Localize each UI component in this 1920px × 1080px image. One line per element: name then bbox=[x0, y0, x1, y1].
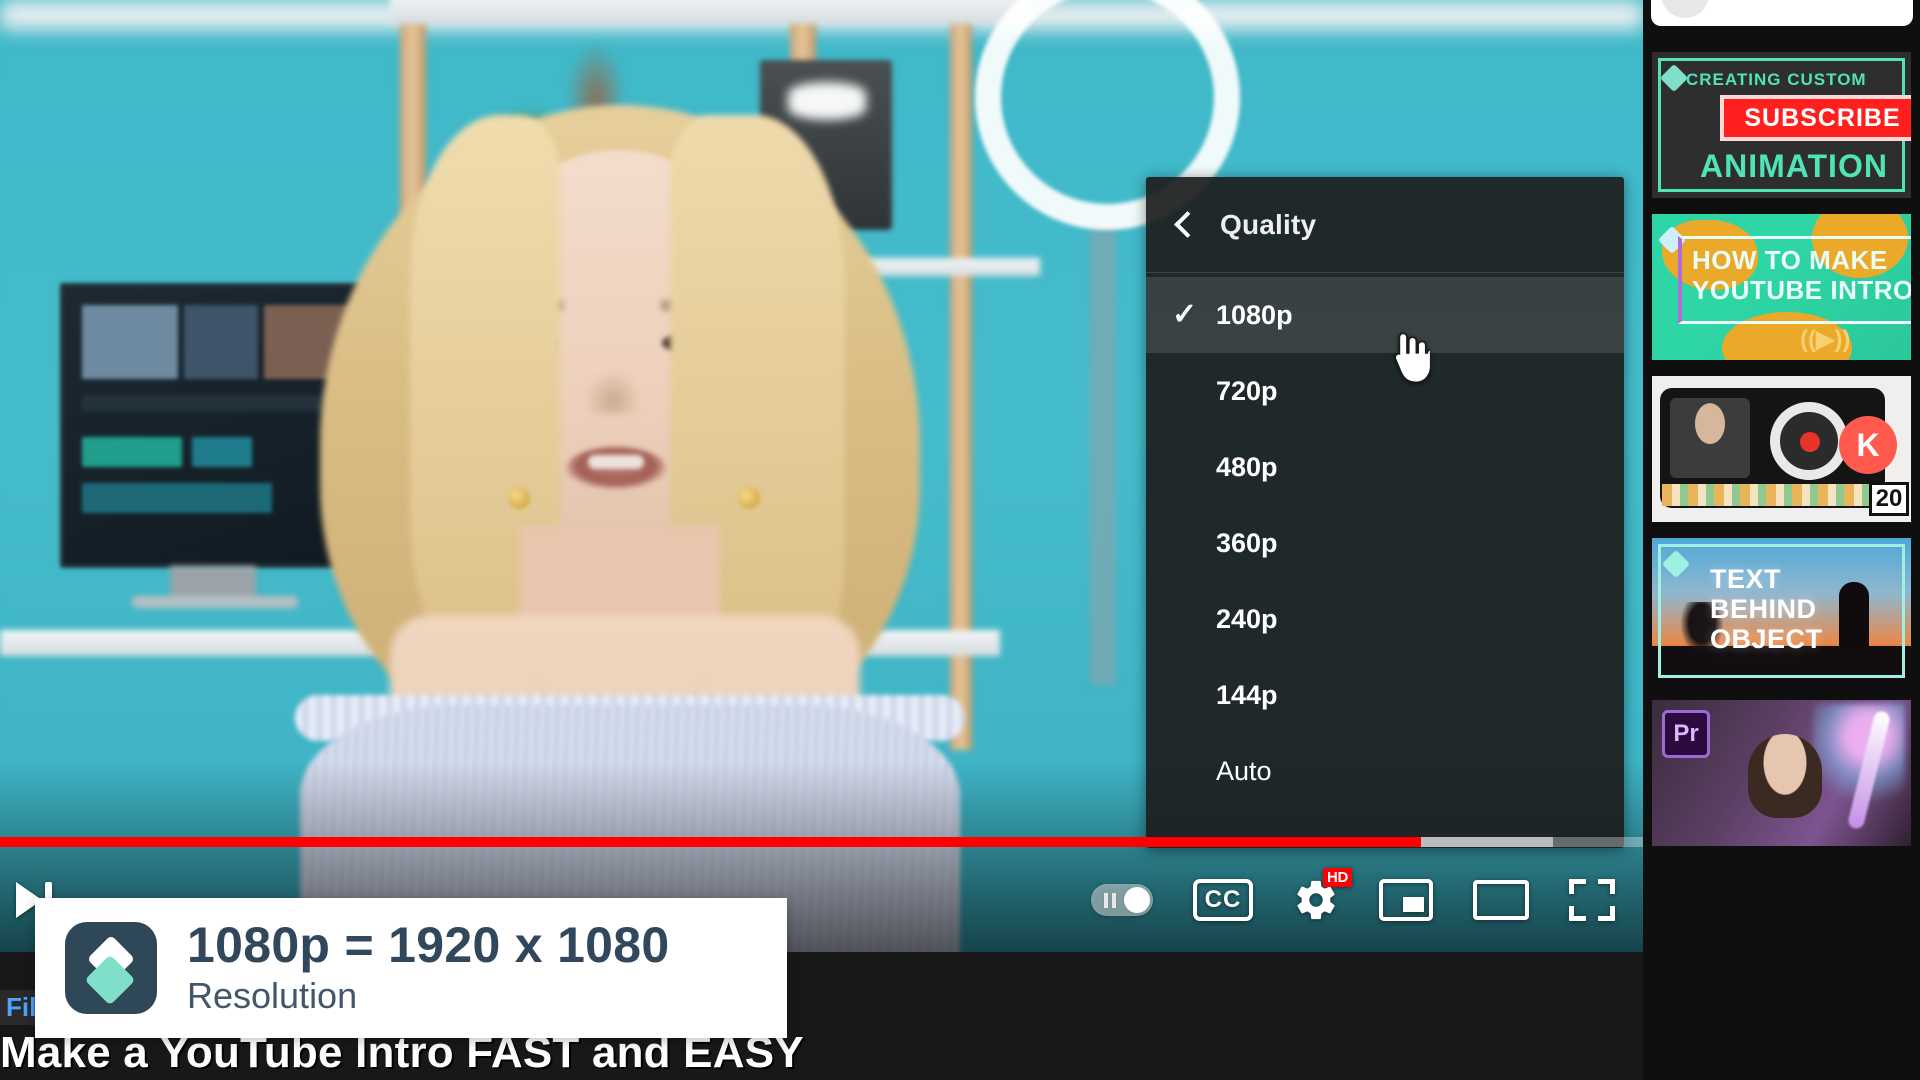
resolution-callout-card: 1080p = 1920 x 1080 Resolution bbox=[35, 898, 787, 1038]
chevron-left-icon[interactable] bbox=[1172, 212, 1198, 238]
autoplay-toggle-icon[interactable] bbox=[1091, 884, 1153, 916]
kinemaster-badge: K bbox=[1839, 416, 1897, 474]
list-item[interactable]: Pr bbox=[1652, 700, 1911, 846]
quality-option-label: Auto bbox=[1216, 756, 1272, 787]
timeline-graphic bbox=[1662, 484, 1882, 506]
callout-subtitle: Resolution bbox=[187, 974, 670, 1017]
quality-menu-back-row[interactable]: Quality bbox=[1146, 177, 1624, 273]
check-icon: ✓ bbox=[1172, 300, 1216, 330]
quality-option-360p[interactable]: ✓ 360p bbox=[1146, 505, 1624, 581]
quality-option-label: 720p bbox=[1216, 376, 1278, 407]
thumb-corner-number: 20 bbox=[1869, 482, 1909, 516]
quality-option-auto[interactable]: ✓ Auto bbox=[1146, 733, 1624, 809]
quality-option-label: 480p bbox=[1216, 452, 1278, 483]
theater-mode-icon[interactable] bbox=[1473, 880, 1529, 920]
thumb-premiere-pro-magic[interactable]: Pr bbox=[1652, 700, 1911, 846]
quality-settings-menu[interactable]: Quality ✓ 1080p ✓ 720p ✓ 480p ✓ 360p bbox=[1146, 177, 1624, 848]
recommended-sidebar: CREATING CUSTOM SUBSCRIBE ANIMATION HOW … bbox=[1643, 0, 1920, 1080]
list-item[interactable]: HOW TO MAKEYOUTUBE INTRO ((▶)) bbox=[1652, 214, 1911, 360]
monitor-stand bbox=[170, 566, 256, 600]
sidebar-top-card[interactable] bbox=[1651, 0, 1913, 26]
hd-badge: HD bbox=[1323, 868, 1352, 887]
list-item[interactable]: TEXTBEHINDOBJECT bbox=[1652, 538, 1911, 684]
screen-root: Quality ✓ 1080p ✓ 720p ✓ 480p ✓ 360p bbox=[0, 0, 1920, 1080]
thumb-line-1: CREATING CUSTOM bbox=[1686, 70, 1867, 90]
ring-light-stand bbox=[1090, 215, 1116, 685]
captions-cc-icon[interactable]: CC bbox=[1193, 879, 1253, 921]
quality-option-label: 1080p bbox=[1216, 300, 1293, 331]
thumb-title-text: HOW TO MAKEYOUTUBE INTRO bbox=[1692, 246, 1911, 306]
thumb-youtube-intro[interactable]: HOW TO MAKEYOUTUBE INTRO ((▶)) bbox=[1652, 214, 1911, 360]
filmora-logo-icon bbox=[65, 922, 157, 1014]
quality-menu-title: Quality bbox=[1220, 209, 1316, 241]
progress-bar[interactable] bbox=[0, 837, 1643, 847]
quality-options-list: ✓ 1080p ✓ 720p ✓ 480p ✓ 360p ✓ 240 bbox=[1146, 273, 1624, 813]
callout-title: 1080p = 1920 x 1080 bbox=[187, 919, 670, 972]
subscribe-button-graphic: SUBSCRIBE bbox=[1720, 95, 1911, 141]
quality-option-label: 360p bbox=[1216, 528, 1278, 559]
quality-option-240p[interactable]: ✓ 240p bbox=[1146, 581, 1624, 657]
quality-option-label: 240p bbox=[1216, 604, 1278, 635]
premiere-pro-badge: Pr bbox=[1662, 710, 1710, 758]
thumb-title-text: TEXTBEHINDOBJECT bbox=[1710, 564, 1823, 655]
shelf-board-top bbox=[390, 0, 1030, 24]
thumb-kinemaster-editing[interactable]: K 20 bbox=[1652, 376, 1911, 522]
miniplayer-icon[interactable] bbox=[1379, 879, 1433, 921]
list-item[interactable]: CREATING CUSTOM SUBSCRIBE ANIMATION bbox=[1652, 52, 1911, 198]
avatar bbox=[1661, 0, 1709, 18]
gear-icon[interactable]: HD bbox=[1293, 877, 1339, 923]
quality-option-144p[interactable]: ✓ 144p bbox=[1146, 657, 1624, 733]
record-button-graphic bbox=[1800, 432, 1820, 452]
thumbnail-person bbox=[1748, 734, 1822, 818]
list-item[interactable]: K 20 bbox=[1652, 376, 1911, 522]
thumbnail-person bbox=[1670, 398, 1750, 478]
thumb-subscribe-animation[interactable]: CREATING CUSTOM SUBSCRIBE ANIMATION bbox=[1652, 52, 1911, 198]
quality-option-label: 144p bbox=[1216, 680, 1278, 711]
progress-played bbox=[0, 837, 1421, 847]
video-player[interactable]: Quality ✓ 1080p ✓ 720p ✓ 480p ✓ 360p bbox=[0, 0, 1643, 952]
video-subject bbox=[270, 95, 970, 952]
quality-option-480p[interactable]: ✓ 480p bbox=[1146, 429, 1624, 505]
fullscreen-icon[interactable] bbox=[1569, 879, 1615, 921]
audio-wave-icon: ((▶)) bbox=[1800, 325, 1850, 354]
thumb-line-2: ANIMATION bbox=[1700, 148, 1888, 185]
quality-option-720p[interactable]: ✓ 720p bbox=[1146, 353, 1624, 429]
quality-option-1080p[interactable]: ✓ 1080p bbox=[1146, 277, 1624, 353]
thumb-text-behind-object[interactable]: TEXTBEHINDOBJECT bbox=[1652, 538, 1911, 684]
